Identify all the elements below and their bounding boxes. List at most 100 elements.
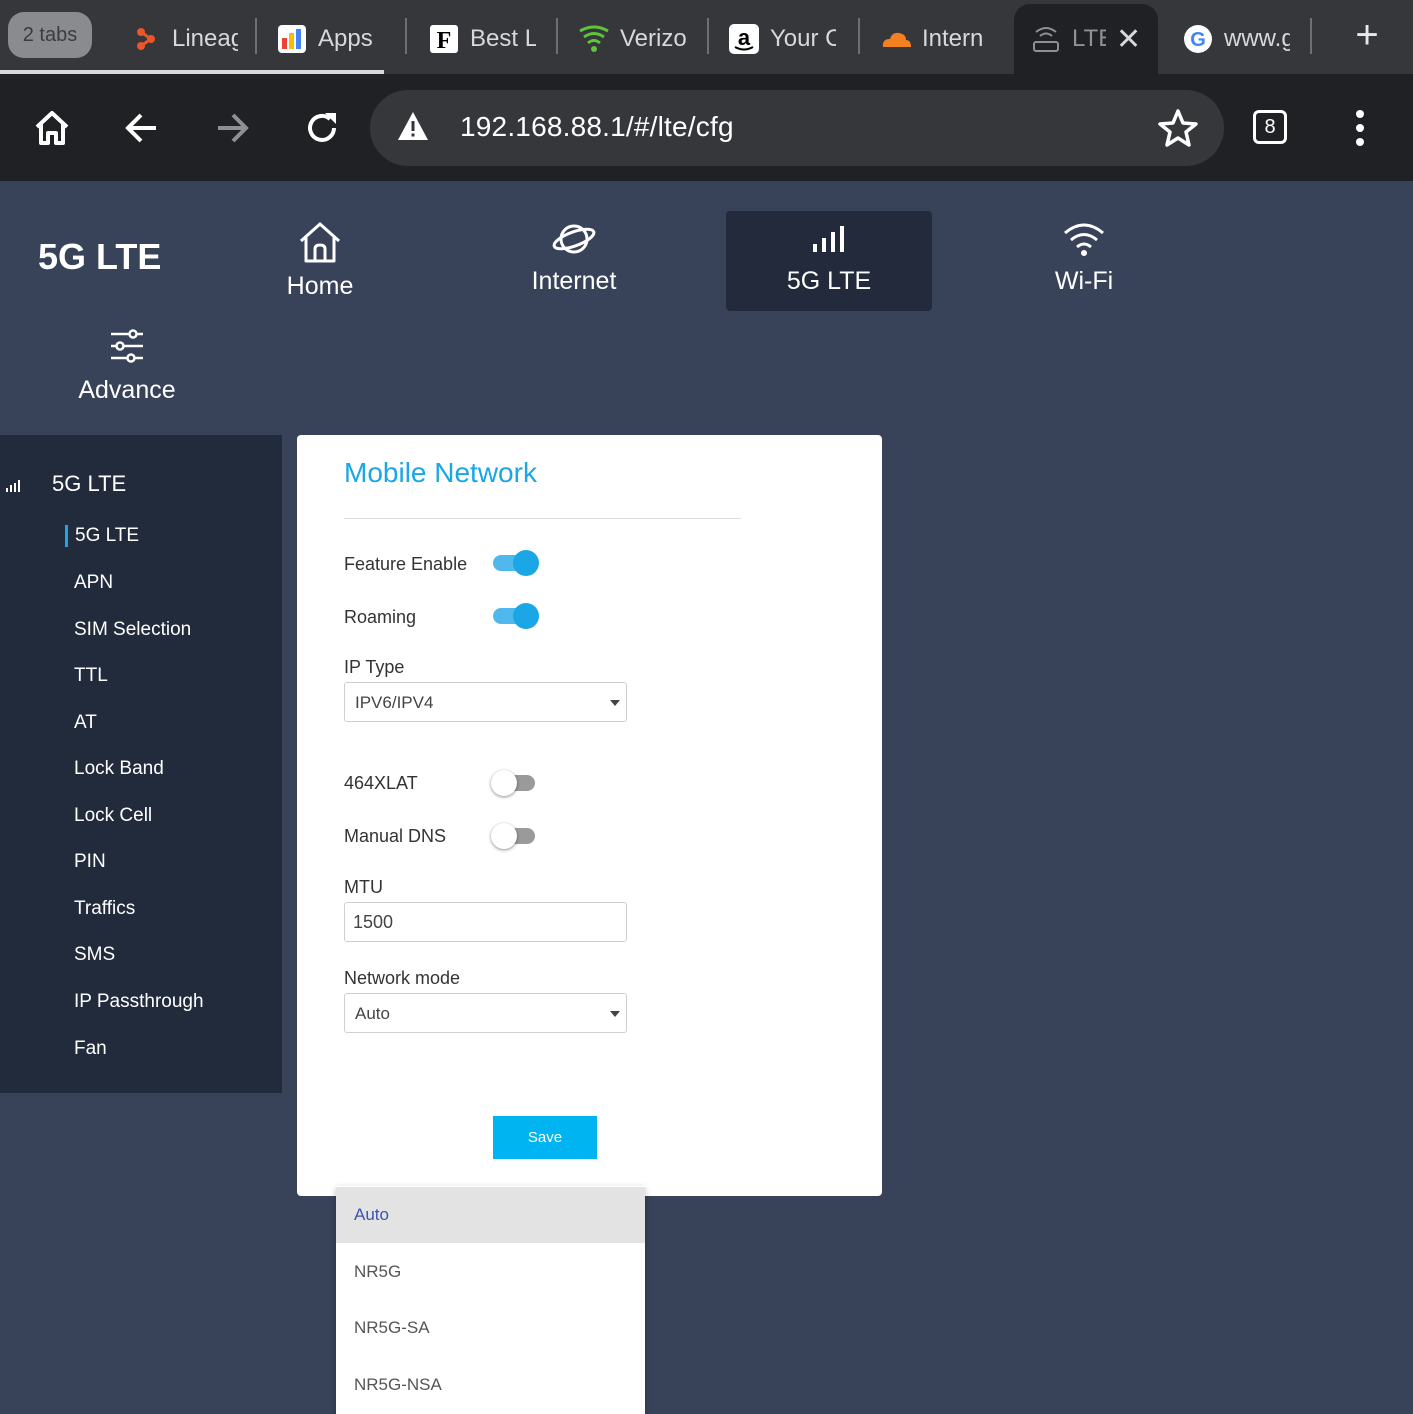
home-button[interactable] — [28, 104, 76, 152]
side-item-apn[interactable]: APN — [74, 572, 113, 594]
mobile-network-card: Mobile Network Feature Enable Roaming IP… — [297, 435, 882, 1196]
amazon-favicon-icon: a — [728, 23, 760, 55]
mtu-label: MTU — [344, 877, 383, 897]
nav-internet[interactable]: Internet — [471, 211, 677, 311]
manual-dns-toggle[interactable] — [491, 821, 537, 851]
roaming-toggle[interactable] — [493, 601, 539, 631]
tab-label: www.g — [1224, 25, 1290, 52]
browser-tab-lte-active[interactable]: LTE ✕ — [1014, 4, 1158, 74]
network-mode-select[interactable]: Auto — [344, 993, 627, 1033]
forbes-favicon-icon: F — [428, 23, 460, 55]
browser-tab-strip: 2 tabs Lineag Apps F Best L Verizo a You… — [0, 0, 1413, 74]
back-arrow-icon — [125, 113, 156, 143]
side-item-ip-passthrough[interactable]: IP Passthrough — [74, 991, 204, 1013]
feature-enable-label: Feature Enable — [344, 554, 468, 574]
network-mode-value: Auto — [355, 1004, 390, 1023]
side-item-lock-cell[interactable]: Lock Cell — [74, 805, 152, 827]
side-item-fan[interactable]: Fan — [74, 1038, 107, 1060]
tab-separator — [1310, 18, 1312, 54]
side-menu: 5G LTE 5G LTE APN SIM Selection TTL AT L… — [0, 435, 282, 1093]
nav-label: Internet — [531, 267, 617, 295]
forward-arrow-icon — [218, 113, 249, 143]
nav-label: Wi-Fi — [1054, 267, 1114, 295]
nav-home[interactable]: Home — [217, 212, 423, 312]
nav-label: 5G LTE — [786, 267, 872, 295]
xlat-label: 464XLAT — [344, 773, 418, 793]
browser-tab-amazon[interactable]: a Your C — [728, 4, 852, 74]
tab-label: Intern — [922, 25, 984, 52]
tab-label: Your C — [770, 25, 836, 52]
ip-type-select[interactable]: IPV6/IPV4 — [344, 682, 627, 722]
network-mode-label: Network mode — [344, 968, 461, 988]
side-item-sms[interactable]: SMS — [74, 944, 115, 966]
browser-home-icon — [35, 111, 69, 145]
ip-type-value: IPV6/IPV4 — [355, 693, 434, 712]
lineage-favicon-icon — [130, 23, 162, 55]
card-title: Mobile Network — [344, 457, 537, 488]
save-button[interactable]: Save — [493, 1116, 597, 1159]
planet-icon — [471, 211, 677, 267]
tab-count-button[interactable]: 8 — [1253, 110, 1287, 144]
cloudflare-favicon-icon — [880, 23, 912, 55]
address-bar[interactable]: 192.168.88.1/#/lte/cfg — [370, 90, 1224, 166]
reload-button[interactable] — [298, 104, 346, 152]
manual-dns-label: Manual DNS — [344, 826, 447, 846]
browser-tab-lineage[interactable]: Lineag — [130, 4, 254, 74]
tab-separator — [858, 18, 860, 54]
feature-enable-toggle[interactable] — [493, 548, 539, 578]
browser-tab-verizon[interactable]: Verizo — [578, 4, 700, 74]
sliders-icon — [24, 316, 230, 376]
browser-tab-forbes[interactable]: F Best L — [428, 4, 550, 74]
caret-down-icon — [610, 1011, 620, 1017]
dropdown-option-nr5g[interactable]: NR5G — [336, 1244, 645, 1300]
browser-menu-icon[interactable] — [1350, 110, 1370, 146]
xlat-toggle[interactable] — [491, 768, 537, 798]
dropdown-option-nr5g-sa[interactable]: NR5G-SA — [336, 1300, 645, 1356]
signal-bars-small-icon — [6, 479, 22, 497]
nav-5g-lte[interactable]: 5G LTE — [726, 211, 932, 311]
side-item-at[interactable]: AT — [74, 712, 97, 734]
side-item-5g-lte[interactable]: 5G LTE — [65, 525, 139, 547]
app-brand-title: 5G LTE — [38, 236, 162, 277]
svg-text:G: G — [1190, 29, 1206, 51]
side-item-traffics[interactable]: Traffics — [74, 898, 135, 920]
nav-advance[interactable]: Advance — [24, 316, 230, 416]
browser-toolbar: 192.168.88.1/#/lte/cfg 8 — [0, 74, 1413, 181]
browser-tab-apps[interactable]: Apps — [276, 4, 400, 74]
wifi-icon — [981, 211, 1187, 267]
browser-tab-cloudflare[interactable]: Intern — [880, 4, 1002, 74]
google-favicon-icon: G — [1182, 23, 1214, 55]
close-tab-icon[interactable]: ✕ — [1116, 22, 1141, 57]
dropdown-option-nr5g-nsa[interactable]: NR5G-NSA — [336, 1357, 645, 1413]
tab-switcher-pill[interactable]: 2 tabs — [8, 12, 92, 58]
roaming-label: Roaming — [344, 607, 417, 627]
apps-favicon-icon — [276, 23, 308, 55]
tab-label: Best L — [470, 25, 536, 52]
back-button[interactable] — [118, 104, 166, 152]
url-text[interactable]: 192.168.88.1/#/lte/cfg — [460, 111, 734, 143]
home-icon — [217, 212, 423, 272]
side-item-ttl[interactable]: TTL — [74, 665, 108, 687]
not-secure-warning-icon[interactable] — [396, 110, 430, 147]
side-item-pin[interactable]: PIN — [74, 851, 106, 873]
tab-label: Lineag — [172, 25, 238, 52]
forward-button[interactable] — [208, 104, 256, 152]
mtu-input[interactable] — [344, 902, 627, 942]
side-item-sim-selection[interactable]: SIM Selection — [74, 619, 191, 641]
svg-text:a: a — [738, 25, 751, 50]
side-item-lock-band[interactable]: Lock Band — [74, 758, 164, 780]
reload-icon — [308, 113, 336, 142]
browser-tab-google[interactable]: G www.g — [1182, 4, 1304, 74]
bookmark-star-icon[interactable] — [1158, 108, 1198, 153]
router-favicon-icon — [1030, 23, 1062, 55]
caret-down-icon — [610, 700, 620, 706]
title-divider — [344, 518, 741, 519]
tab-label: LTE — [1072, 25, 1106, 52]
ip-type-label: IP Type — [344, 657, 405, 677]
new-tab-plus-icon[interactable]: + — [1346, 14, 1388, 56]
side-menu-group-title[interactable]: 5G LTE — [52, 471, 126, 497]
nav-wifi[interactable]: Wi-Fi — [981, 211, 1187, 311]
tab-separator — [707, 18, 709, 54]
network-mode-dropdown: Auto NR5G NR5G-SA NR5G-NSA — [336, 1186, 645, 1414]
dropdown-option-auto[interactable]: Auto — [336, 1187, 645, 1243]
